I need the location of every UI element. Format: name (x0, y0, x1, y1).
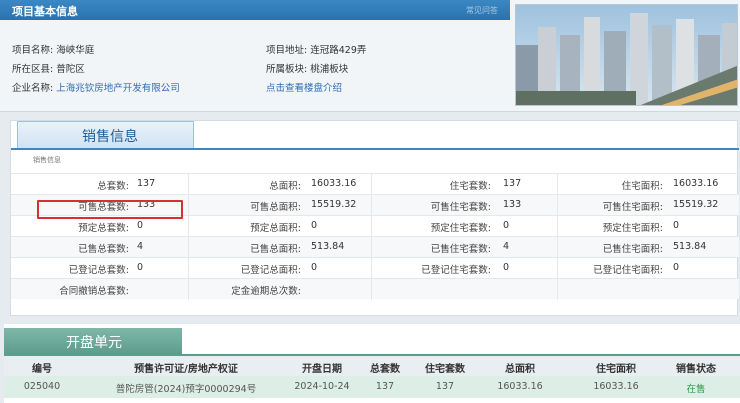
stat-value: 0 (137, 262, 144, 273)
stat-value: 0 (673, 262, 680, 273)
stat-label: 已售总套数: (78, 244, 129, 255)
company-field: 企业名称: 上海兆钦房地产开发有限公司 (12, 83, 180, 94)
column-divider (188, 195, 189, 216)
column-header: 编号 (32, 364, 52, 375)
column-divider (188, 237, 189, 258)
stat-value: 133 (503, 199, 522, 210)
sales-row: 已登记总套数: 0 已登记总面积: 0 已登记住宅套数: 0 已登记住宅面积: 0 (11, 257, 739, 279)
address: 连冠路429弄 (310, 45, 367, 56)
project-info-title: 项目基本信息 (12, 5, 78, 18)
stat-label: 预定总面积: (250, 223, 301, 234)
address-field: 项目地址: 连冠路429弄 (266, 45, 367, 56)
highlight-box (37, 200, 183, 219)
stat-value: 513.84 (311, 241, 345, 252)
stat-value: 0 (503, 220, 510, 231)
column-divider (188, 258, 189, 279)
stat-value: 0 (503, 262, 510, 273)
company-link[interactable]: 上海兆钦房地产开发有限公司 (56, 83, 180, 94)
sales-stats-grid: 总套数: 137 总面积: 16033.16 住宅套数: 137 住宅面积: 16033.16… (11, 173, 739, 300)
column-divider (557, 237, 558, 258)
district-field: 所在区县: 普陀区 (12, 64, 85, 75)
stat-value: 0 (311, 220, 318, 231)
opening-table-header: 编号 预售许可证/房地产权证 开盘日期 总套数 住宅套数 总面积 住宅面积 销售状态 (4, 354, 740, 376)
column-divider (371, 258, 372, 279)
column-divider (557, 258, 558, 279)
stat-value: 0 (673, 220, 680, 231)
stat-value: 15519.32 (311, 199, 357, 210)
project-name: 海峡华庭 (56, 45, 95, 56)
block-field: 所属板块: 桃浦板块 (266, 64, 349, 75)
stat-value: 137 (137, 178, 156, 189)
intro-field: 点击查看楼盘介绍 (266, 80, 342, 94)
stat-label: 预定住宅面积: (602, 223, 663, 234)
project-info-panel: 项目基本信息 常见问答 项目名称: 海峡华庭 所在区县: 普陀区 企业名称: 上… (0, 0, 740, 112)
table-row[interactable]: 025040 普陀房管(2024)预字0000294号 2024-10-24 137 1… (4, 376, 740, 398)
stat-value: 0 (311, 262, 318, 273)
column-divider (557, 174, 558, 195)
column-divider (371, 174, 372, 195)
divider (11, 148, 739, 150)
stat-value: 4 (137, 241, 144, 252)
stat-label: 总套数: (97, 181, 129, 192)
column-divider (557, 195, 558, 216)
stat-label: 定金逾期总次数: (231, 286, 301, 297)
sales-row: 已售总套数: 4 已售总面积: 513.84 已售住宅套数: 4 已售住宅面积: 513.84 (11, 236, 739, 258)
sales-row: 合同撤销总套数: 定金逾期总次数: (11, 278, 739, 300)
table-cell: 025040 (23, 381, 61, 392)
stat-value: 15519.32 (673, 199, 719, 210)
stat-value: 16033.16 (673, 178, 719, 189)
faq-link[interactable]: 常见问答 (466, 5, 498, 16)
stat-value: 4 (503, 241, 510, 252)
stat-label: 已登记总面积: (240, 265, 301, 276)
stat-value: 16033.16 (311, 178, 357, 189)
stat-label: 已售总面积: (250, 244, 301, 255)
sales-row: 总套数: 137 总面积: 16033.16 住宅套数: 137 住宅面积: 16033.16 (11, 173, 739, 195)
block: 桃浦板块 (310, 64, 349, 75)
status-badge: 在售 (686, 384, 706, 395)
tab-sales-info[interactable]: 销售信息 (17, 121, 194, 149)
stat-label: 已售住宅面积: (602, 244, 663, 255)
tab-sales-info-label: 销售信息 (82, 129, 138, 145)
stat-label: 可售住宅面积: (602, 202, 663, 213)
project-info-header: 项目基本信息 常见问答 (0, 0, 510, 20)
column-divider (188, 216, 189, 237)
stat-value: 513.84 (673, 241, 707, 252)
project-name-field: 项目名称: 海峡华庭 (12, 45, 95, 56)
stat-value: 137 (503, 178, 522, 189)
stat-value: 0 (137, 220, 144, 231)
stat-label: 已登记住宅套数: (421, 265, 491, 276)
sales-info-panel: 销售信息 销售信息 总套数: 137 总面积: 16033.16 住宅套数: 137 住宅面… (10, 120, 739, 316)
stat-label: 合同撤销总套数: (59, 286, 129, 297)
stat-label: 可售住宅套数: (430, 202, 491, 213)
district: 普陀区 (56, 64, 85, 75)
column-divider (371, 237, 372, 258)
stat-label: 已售住宅套数: (430, 244, 491, 255)
stat-label: 住宅面积: (621, 181, 663, 192)
stat-label: 住宅套数: (449, 181, 491, 192)
project-intro-link[interactable]: 点击查看楼盘介绍 (266, 83, 342, 94)
stat-label: 总面积: (269, 181, 301, 192)
tab-opening-unit-label: 开盘单元 (66, 335, 122, 351)
column-divider (371, 195, 372, 216)
column-divider (557, 279, 558, 300)
column-divider (188, 279, 189, 300)
sales-subtitle: 销售信息 (33, 156, 61, 164)
tab-opening-unit[interactable]: 开盘单元 (4, 328, 182, 354)
stat-label: 可售总面积: (250, 202, 301, 213)
column-divider (557, 216, 558, 237)
column-divider (371, 279, 372, 300)
stat-label: 已登记总套数: (68, 265, 129, 276)
column-header: 销售状态 (676, 364, 716, 375)
opening-unit-panel: 开盘单元 编号 预售许可证/房地产权证 开盘日期 总套数 住宅套数 总面积 住宅面积 销售状态… (4, 324, 740, 403)
stat-label: 预定住宅套数: (430, 223, 491, 234)
stat-label: 已登记住宅面积: (593, 265, 663, 276)
column-divider (371, 216, 372, 237)
project-photo (515, 4, 738, 106)
column-divider (188, 174, 189, 195)
stat-label: 预定总套数: (78, 223, 129, 234)
